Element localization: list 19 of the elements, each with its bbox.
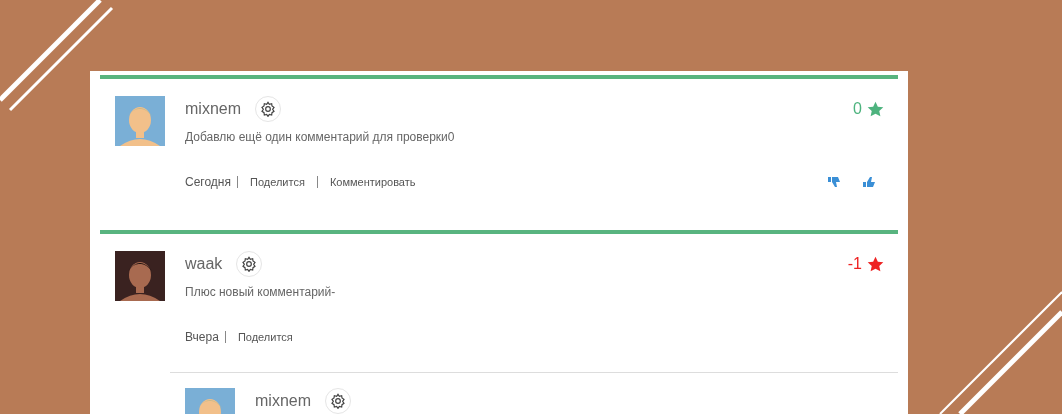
settings-icon: [260, 101, 276, 117]
author-name[interactable]: waak: [185, 252, 223, 276]
action-link[interactable]: Комментировать: [317, 176, 428, 188]
comment-date: Вчера: [185, 331, 226, 343]
thumbs-down-icon[interactable]: [828, 176, 841, 188]
action-link[interactable]: Поделится: [238, 176, 318, 188]
star-icon: [867, 255, 884, 273]
settings-icon: [330, 393, 346, 409]
action-link[interactable]: Поделится: [225, 331, 305, 343]
author-name[interactable]: mixnem: [185, 97, 241, 121]
comment-text: Плюс новый комментарий-: [185, 284, 337, 301]
settings-icon: [241, 256, 258, 272]
comment-date: Сегодня: [185, 176, 238, 188]
author-name[interactable]: mixnem: [255, 389, 311, 413]
thumbs-up-icon[interactable]: [863, 176, 876, 188]
rating-value: -1: [847, 254, 862, 274]
rating-value: 0: [853, 99, 862, 119]
comment-text: Добавлю ещё один комментарий для проверки0: [185, 129, 456, 146]
star-icon: [867, 100, 884, 118]
